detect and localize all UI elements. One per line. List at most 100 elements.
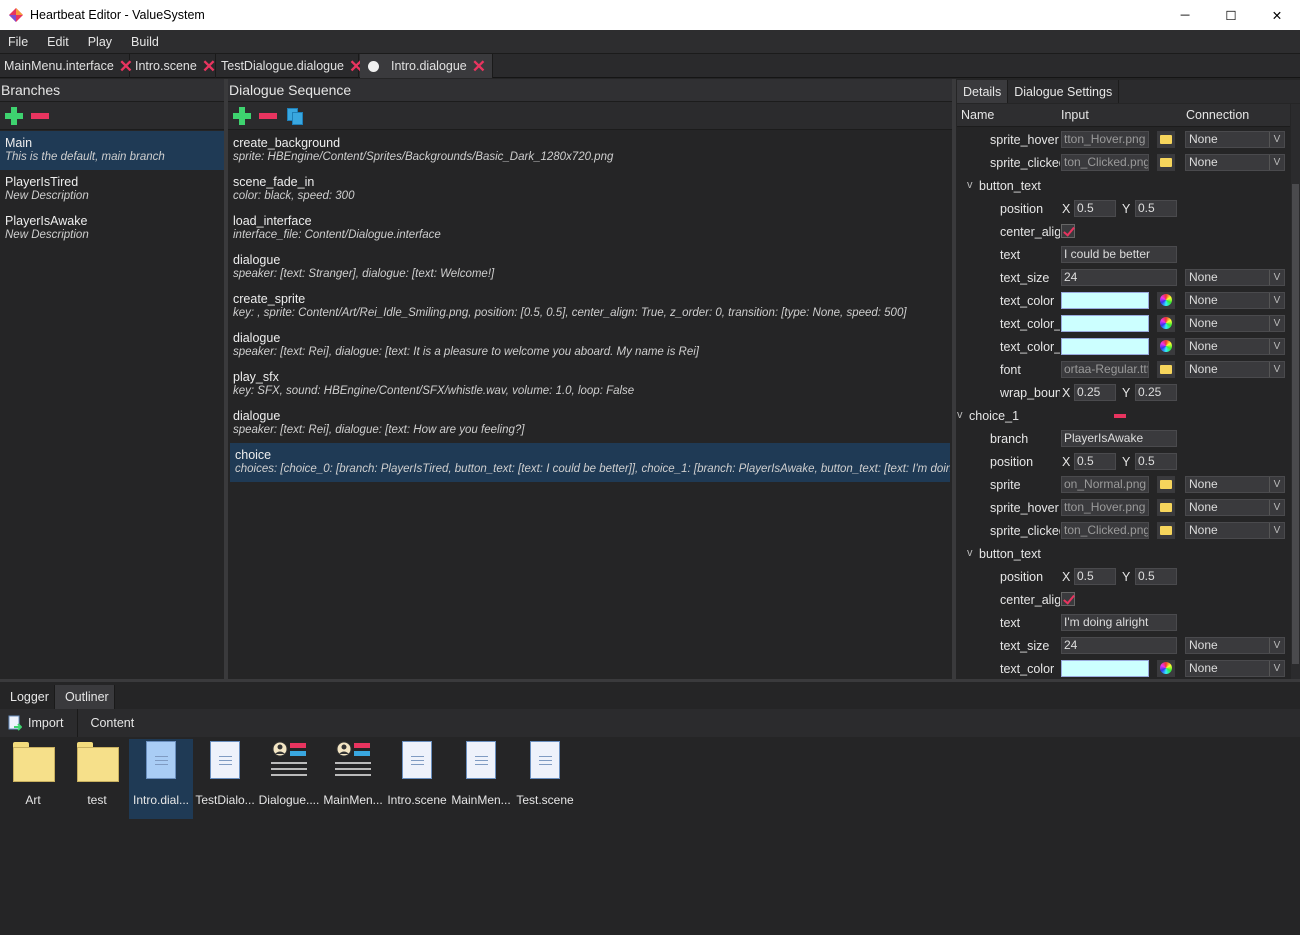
menu-edit[interactable]: Edit <box>47 35 69 49</box>
maximize-button[interactable]: ☐ <box>1208 0 1254 30</box>
sequence-item[interactable]: scene_fade_in color: black, speed: 300 <box>228 170 952 209</box>
import-button[interactable]: Import <box>0 709 79 737</box>
value-input[interactable]: PlayerIsAwake <box>1061 430 1177 447</box>
details-scrollbar[interactable] <box>1291 104 1300 679</box>
browse-folder-icon[interactable] <box>1157 361 1175 378</box>
y-input[interactable]: 0.5 <box>1135 568 1177 585</box>
color-picker-icon[interactable] <box>1157 315 1175 332</box>
connection-dropdown[interactable]: None V <box>1185 292 1285 309</box>
x-input[interactable]: 0.5 <box>1074 568 1116 585</box>
sequence-item[interactable]: create_sprite key: , sprite: Content/Art… <box>228 287 952 326</box>
color-picker-icon[interactable] <box>1157 292 1175 309</box>
y-input[interactable]: 0.5 <box>1135 200 1177 217</box>
asset-name: Test.scene <box>516 793 574 807</box>
duplicate-action-icon[interactable] <box>286 107 304 125</box>
add-branch-icon[interactable] <box>5 106 23 125</box>
menu-file[interactable]: File <box>8 35 28 49</box>
y-label: Y <box>1122 386 1131 400</box>
tab-mainmenu-interface[interactable]: MainMenu.interface ✕ <box>0 54 133 78</box>
sequence-item[interactable]: dialogue speaker: [text: Rei], dialogue:… <box>228 326 952 365</box>
tab-intro-dialogue[interactable]: Intro.dialogue ✕ <box>360 54 493 78</box>
tab-intro-scene[interactable]: Intro.scene ✕ <box>131 54 216 78</box>
sequence-item[interactable]: dialogue speaker: [text: Rei], dialogue:… <box>228 404 952 443</box>
checkbox[interactable] <box>1061 224 1075 238</box>
connection-dropdown[interactable]: None V <box>1185 499 1285 516</box>
sequence-item[interactable]: dialogue speaker: [text: Stranger], dial… <box>228 248 952 287</box>
tab-testdialogue-dialogue[interactable]: TestDialogue.dialogue ✕ <box>217 54 363 78</box>
menu-build[interactable]: Build <box>131 35 159 49</box>
connection-dropdown[interactable]: None V <box>1185 476 1285 493</box>
minimize-button[interactable]: ─ <box>1162 0 1208 30</box>
expand-arrow-icon[interactable]: v <box>957 409 963 421</box>
asset-folder[interactable]: Art <box>1 739 65 819</box>
asset-interface[interactable]: MainMen... <box>321 739 385 819</box>
add-action-icon[interactable] <box>233 106 251 125</box>
tab-details[interactable]: Details <box>957 80 1009 103</box>
connection-dropdown[interactable]: None V <box>1185 637 1285 654</box>
color-swatch[interactable] <box>1061 660 1149 677</box>
value-input[interactable]: 24 <box>1061 637 1177 654</box>
value-input[interactable]: ortaa-Regular.ttf <box>1061 361 1149 378</box>
menu-play[interactable]: Play <box>88 35 112 49</box>
connection-dropdown[interactable]: None V <box>1185 338 1285 355</box>
asset-interface[interactable]: Dialogue.... <box>257 739 321 819</box>
checkbox[interactable] <box>1061 592 1075 606</box>
browse-folder-icon[interactable] <box>1157 131 1175 148</box>
scrollbar-thumb[interactable] <box>1292 184 1299 664</box>
value-input[interactable]: 24 <box>1061 269 1177 286</box>
sequence-item[interactable]: play_sfx key: SFX, sound: HBEngine/Conte… <box>228 365 952 404</box>
expand-arrow-icon[interactable]: v <box>967 179 973 191</box>
value-input[interactable]: I'm doing alright <box>1061 614 1177 631</box>
color-picker-icon[interactable] <box>1157 338 1175 355</box>
connection-dropdown[interactable]: None V <box>1185 269 1285 286</box>
color-swatch[interactable] <box>1061 315 1149 332</box>
browse-folder-icon[interactable] <box>1157 522 1175 539</box>
connection-dropdown[interactable]: None V <box>1185 522 1285 539</box>
sequence-item-selected[interactable]: choice choices: [choice_0: [branch: Play… <box>230 443 950 482</box>
branch-item-playeristired[interactable]: PlayerIsTired New Description <box>0 170 224 209</box>
browse-folder-icon[interactable] <box>1157 154 1175 171</box>
connection-dropdown[interactable]: None V <box>1185 154 1285 171</box>
color-swatch[interactable] <box>1061 292 1149 309</box>
remove-branch-icon[interactable] <box>31 112 49 119</box>
close-window-button[interactable]: ✕ <box>1254 0 1300 30</box>
value-input[interactable]: ton_Clicked.png <box>1061 522 1149 539</box>
sequence-item[interactable]: load_interface interface_file: Content/D… <box>228 209 952 248</box>
sequence-item[interactable]: create_background sprite: HBEngine/Conte… <box>228 131 952 170</box>
branch-item-playerisawake[interactable]: PlayerIsAwake New Description <box>0 209 224 248</box>
browse-folder-icon[interactable] <box>1157 499 1175 516</box>
asset-name: Intro.dial... <box>132 793 190 807</box>
x-input[interactable]: 0.5 <box>1074 453 1116 470</box>
remove-choice-icon[interactable] <box>1114 414 1126 418</box>
y-input[interactable]: 0.5 <box>1135 453 1177 470</box>
color-swatch[interactable] <box>1061 338 1149 355</box>
tab-outliner[interactable]: Outliner <box>54 685 115 709</box>
value-input[interactable]: on_Normal.png <box>1061 476 1149 493</box>
expand-arrow-icon[interactable]: v <box>967 547 973 559</box>
x-input[interactable]: 0.25 <box>1074 384 1116 401</box>
close-tab-icon[interactable]: ✕ <box>472 58 486 75</box>
value-input[interactable]: tton_Hover.png <box>1061 499 1149 516</box>
connection-dropdown[interactable]: None V <box>1185 315 1285 332</box>
tab-logger[interactable]: Logger <box>0 685 55 709</box>
asset-doc[interactable]: Test.scene <box>513 739 577 819</box>
color-picker-icon[interactable] <box>1157 660 1175 677</box>
asset-doc[interactable]: Intro.scene <box>385 739 449 819</box>
value-input[interactable]: I could be better <box>1061 246 1177 263</box>
asset-dialogue[interactable]: Intro.dial... <box>129 739 193 819</box>
asset-folder[interactable]: test <box>65 739 129 819</box>
connection-dropdown[interactable]: None V <box>1185 361 1285 378</box>
value-input[interactable]: ton_Clicked.png <box>1061 154 1149 171</box>
remove-action-icon[interactable] <box>259 112 277 119</box>
asset-dialogue[interactable]: TestDialo... <box>193 739 257 819</box>
x-input[interactable]: 0.5 <box>1074 200 1116 217</box>
tab-dialogue-settings[interactable]: Dialogue Settings <box>1008 80 1120 103</box>
value-input[interactable]: tton_Hover.png <box>1061 131 1149 148</box>
asset-doc[interactable]: MainMen... <box>449 739 513 819</box>
connection-dropdown[interactable]: None V <box>1185 131 1285 148</box>
y-input[interactable]: 0.25 <box>1135 384 1177 401</box>
connection-dropdown[interactable]: None V <box>1185 660 1285 677</box>
browse-folder-icon[interactable] <box>1157 476 1175 493</box>
branch-item-main[interactable]: Main This is the default, main branch <box>0 131 224 170</box>
close-tab-icon[interactable]: ✕ <box>202 58 216 75</box>
